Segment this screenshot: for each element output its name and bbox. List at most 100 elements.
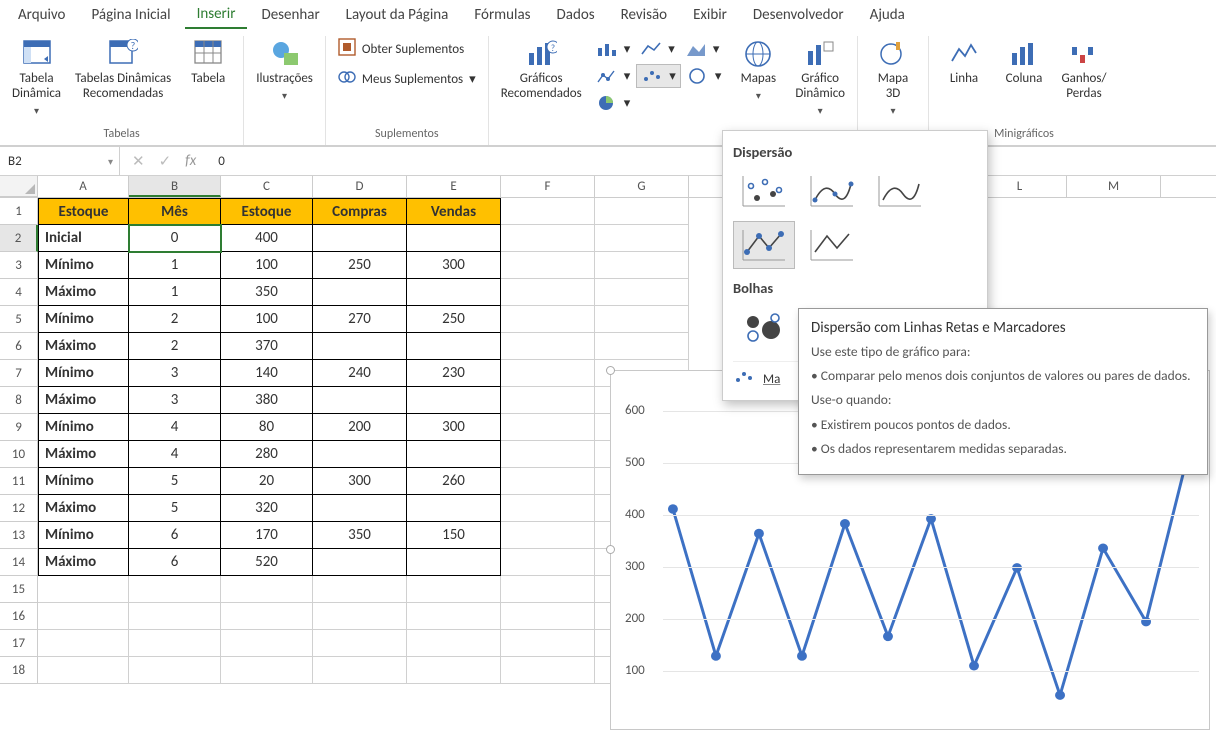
column-header-G[interactable]: G xyxy=(595,176,689,197)
menu-desenhar[interactable]: Desenhar xyxy=(249,2,331,28)
menu-formulas[interactable]: Fórmulas xyxy=(462,2,542,28)
cell[interactable]: 20 xyxy=(221,468,313,495)
get-addins-button[interactable]: Obter Suplementos xyxy=(334,36,480,62)
cell[interactable] xyxy=(501,657,595,684)
menu-inserir[interactable]: Inserir xyxy=(185,1,248,29)
column-header-E[interactable]: E xyxy=(407,176,501,197)
menu-layout[interactable]: Layout da Página xyxy=(334,2,461,28)
cell[interactable]: 5 xyxy=(129,495,221,522)
cell[interactable]: Máximo xyxy=(38,495,129,522)
row-header[interactable]: 14 xyxy=(0,549,38,576)
cell[interactable]: 4 xyxy=(129,441,221,468)
bar-chart-button[interactable]: ▾ xyxy=(592,64,635,88)
cell[interactable] xyxy=(313,576,407,603)
recommended-pivot-button[interactable]: ? Tabelas DinâmicasRecomendadas xyxy=(71,36,175,104)
row-header[interactable]: 11 xyxy=(0,468,38,495)
menu-revisao[interactable]: Revisão xyxy=(609,2,679,28)
cell[interactable]: 350 xyxy=(221,279,313,306)
recommended-charts-button[interactable]: ? GráficosRecomendados xyxy=(497,36,586,104)
cell[interactable] xyxy=(501,360,595,387)
cell[interactable] xyxy=(221,603,313,630)
cell[interactable] xyxy=(407,603,501,630)
cell[interactable] xyxy=(407,333,501,360)
row-header[interactable]: 10 xyxy=(0,441,38,468)
cell[interactable]: 170 xyxy=(221,522,313,549)
row-header[interactable]: 4 xyxy=(0,279,38,306)
formula-input[interactable]: 0 xyxy=(208,154,1216,169)
scatter-chart-button[interactable]: ▾ xyxy=(636,64,681,88)
cell[interactable] xyxy=(38,657,129,684)
cell[interactable] xyxy=(501,414,595,441)
cell[interactable]: 270 xyxy=(313,306,407,333)
cell[interactable] xyxy=(313,279,407,306)
scatter-straight-lines-option[interactable] xyxy=(801,221,863,269)
name-box[interactable]: B2▾ xyxy=(0,147,120,175)
column-header-D[interactable]: D xyxy=(313,176,407,197)
cell[interactable]: Máximo xyxy=(38,333,129,360)
cell[interactable]: Máximo xyxy=(38,279,129,306)
cell[interactable]: 2 xyxy=(129,333,221,360)
row-header[interactable]: 17 xyxy=(0,630,38,657)
cell[interactable] xyxy=(595,198,689,225)
cell[interactable] xyxy=(313,630,407,657)
cell[interactable]: 250 xyxy=(313,252,407,279)
cell[interactable]: 320 xyxy=(221,495,313,522)
combo-chart-button[interactable]: ▾ xyxy=(683,64,726,88)
cell[interactable]: Mínimo xyxy=(38,306,129,333)
sparkline-winloss-button[interactable]: Ganhos/Perdas xyxy=(1057,36,1111,104)
cell[interactable] xyxy=(501,306,595,333)
line-chart-button[interactable]: ▾ xyxy=(636,38,679,60)
cell[interactable]: Mês xyxy=(129,198,221,225)
sparkline-column-button[interactable]: Coluna xyxy=(997,36,1051,89)
cell[interactable] xyxy=(501,495,595,522)
cell[interactable] xyxy=(595,252,689,279)
column-chart-button[interactable]: ▾ xyxy=(592,38,635,60)
cell[interactable] xyxy=(407,225,501,252)
cell[interactable]: Compras xyxy=(313,198,407,225)
cell[interactable]: 100 xyxy=(221,252,313,279)
cell[interactable]: Máximo xyxy=(38,387,129,414)
cell[interactable] xyxy=(129,576,221,603)
row-header[interactable]: 9 xyxy=(0,414,38,441)
cell[interactable]: Vendas xyxy=(407,198,501,225)
row-header[interactable]: 5 xyxy=(0,306,38,333)
cell[interactable] xyxy=(407,279,501,306)
cell[interactable] xyxy=(407,576,501,603)
cell[interactable] xyxy=(595,306,689,333)
cell[interactable]: 520 xyxy=(221,549,313,576)
cell[interactable] xyxy=(38,603,129,630)
cell[interactable]: 350 xyxy=(313,522,407,549)
cell[interactable] xyxy=(313,387,407,414)
cell[interactable] xyxy=(501,279,595,306)
row-header[interactable]: 18 xyxy=(0,657,38,684)
cell[interactable] xyxy=(501,549,595,576)
menu-pagina-inicial[interactable]: Página Inicial xyxy=(79,2,182,28)
row-header[interactable]: 2 xyxy=(0,225,38,252)
row-header[interactable]: 15 xyxy=(0,576,38,603)
cell[interactable]: 0 xyxy=(129,225,221,252)
resize-handle[interactable] xyxy=(606,545,615,554)
cell[interactable] xyxy=(129,603,221,630)
cell[interactable]: 200 xyxy=(313,414,407,441)
table-button[interactable]: Tabela xyxy=(181,36,235,89)
cell[interactable]: 150 xyxy=(407,522,501,549)
cell[interactable] xyxy=(407,441,501,468)
cell[interactable]: Mínimo xyxy=(38,468,129,495)
cell[interactable] xyxy=(313,333,407,360)
cell[interactable] xyxy=(407,657,501,684)
cell[interactable] xyxy=(221,630,313,657)
cancel-icon[interactable]: ✕ xyxy=(132,152,145,171)
cell[interactable] xyxy=(501,522,595,549)
sparkline-line-button[interactable]: Linha xyxy=(937,36,991,89)
row-header[interactable]: 12 xyxy=(0,495,38,522)
cell[interactable] xyxy=(407,387,501,414)
cell[interactable]: 380 xyxy=(221,387,313,414)
menu-dados[interactable]: Dados xyxy=(545,2,607,28)
cell[interactable] xyxy=(313,603,407,630)
cell[interactable] xyxy=(313,225,407,252)
column-header-A[interactable]: A xyxy=(38,176,129,197)
cell[interactable]: 3 xyxy=(129,360,221,387)
cell[interactable] xyxy=(313,549,407,576)
cell[interactable]: Máximo xyxy=(38,549,129,576)
cell[interactable] xyxy=(501,387,595,414)
